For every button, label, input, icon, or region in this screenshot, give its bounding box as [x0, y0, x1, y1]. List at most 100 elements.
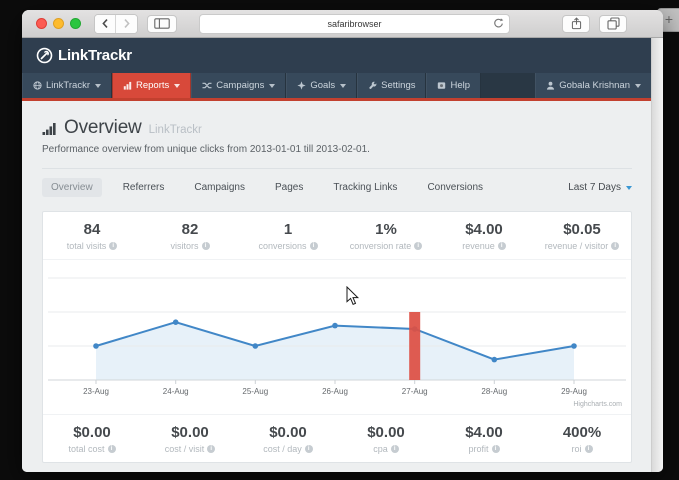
stats-row-top: 84 total visitsi 82 visitorsi 1 conversi…: [43, 212, 631, 260]
info-icon[interactable]: i: [611, 242, 619, 250]
address-bar[interactable]: safaribrowser: [199, 14, 510, 34]
svg-text:26-Aug: 26-Aug: [322, 387, 348, 396]
stat-value: $0.00: [239, 424, 337, 441]
chevron-right-icon: [122, 18, 131, 29]
stat-value: 82: [141, 221, 239, 238]
stat-label-text: roi: [571, 444, 581, 454]
stat-label: total costi: [43, 444, 141, 454]
stat-label: revenuei: [435, 241, 533, 251]
stat-roi: 400% roii: [533, 415, 631, 462]
info-icon[interactable]: i: [305, 445, 313, 453]
nav-label: Settings: [381, 80, 415, 91]
svg-text:23-Aug: 23-Aug: [83, 387, 109, 396]
history-buttons: [94, 14, 138, 34]
share-button[interactable]: [562, 15, 590, 33]
info-icon[interactable]: i: [498, 242, 506, 250]
tab-overview-icon: [607, 17, 620, 30]
back-button[interactable]: [95, 15, 116, 33]
stat-label: roii: [533, 444, 631, 454]
caret-down-icon: [269, 84, 275, 88]
refresh-icon[interactable]: [493, 18, 504, 29]
overview-chart-icon: [42, 121, 57, 135]
nav-item-goals[interactable]: Goals: [286, 73, 357, 98]
info-icon[interactable]: i: [109, 242, 117, 250]
nav-label: Goals: [310, 80, 335, 91]
stat-value: $0.00: [141, 424, 239, 441]
nav-item-linktrackr[interactable]: LinkTrackr: [22, 73, 112, 98]
tab-overview[interactable]: Overview: [42, 178, 102, 197]
nav-label: LinkTrackr: [46, 80, 90, 91]
show-tabs-button[interactable]: [599, 15, 627, 33]
nav-item-settings[interactable]: Settings: [357, 73, 426, 98]
svg-text:29-Aug: 29-Aug: [561, 387, 587, 396]
stat-profit: $4.00 profiti: [435, 415, 533, 462]
nav-item-help[interactable]: Help: [426, 73, 481, 98]
chevron-left-icon: [101, 18, 110, 29]
stats-row-bottom: $0.00 total costi $0.00 cost / visiti $0…: [43, 414, 631, 462]
nav-item-reports[interactable]: Reports: [112, 73, 191, 98]
share-icon: [570, 17, 583, 30]
page-title: Overview: [64, 117, 142, 139]
page-subtitle: Performance overview from unique clicks …: [42, 144, 632, 155]
tab-tracking-links[interactable]: Tracking Links: [324, 178, 406, 197]
info-icon[interactable]: i: [202, 242, 210, 250]
globe-icon: [33, 81, 42, 90]
stat-cpa: $0.00 cpai: [337, 415, 435, 462]
tab-pages[interactable]: Pages: [266, 178, 312, 197]
help-icon: [437, 81, 446, 90]
date-range-selector[interactable]: Last 7 Days: [568, 182, 632, 193]
info-icon[interactable]: i: [492, 445, 500, 453]
info-icon[interactable]: i: [414, 242, 422, 250]
info-icon[interactable]: i: [108, 445, 116, 453]
info-icon[interactable]: i: [391, 445, 399, 453]
tab-referrers[interactable]: Referrers: [114, 178, 174, 197]
stat-label: cost / visiti: [141, 444, 239, 454]
page-heading: Overview LinkTrackr Performance overview…: [22, 101, 652, 169]
stat-label: cost / dayi: [239, 444, 337, 454]
stat-value: 1%: [337, 221, 435, 238]
stat-label: visitorsi: [141, 241, 239, 251]
app-logo[interactable]: LinkTrackr: [36, 47, 132, 64]
nav-item-campaigns[interactable]: Campaigns: [191, 73, 286, 98]
user-menu[interactable]: Gobala Krishnan: [535, 73, 652, 98]
caret-down-icon: [635, 84, 641, 88]
svg-text:24-Aug: 24-Aug: [163, 387, 189, 396]
svg-text:Highcharts.com: Highcharts.com: [573, 401, 622, 408]
stat-label: total visitsi: [43, 241, 141, 251]
overview-card: 84 total visitsi 82 visitorsi 1 conversi…: [42, 211, 632, 463]
minimize-window-button[interactable]: [53, 18, 64, 29]
stat-label-text: total visits: [67, 241, 107, 251]
url-text: safaribrowser: [327, 19, 381, 29]
forward-button[interactable]: [116, 15, 137, 33]
stat-label: revenue / visitori: [533, 241, 631, 251]
traffic-chart[interactable]: 23-Aug24-Aug25-Aug26-Aug27-Aug28-Aug29-A…: [43, 260, 631, 414]
app-header: LinkTrackr: [22, 38, 652, 73]
tab-conversions[interactable]: Conversions: [418, 178, 492, 197]
bar-chart-icon: [123, 81, 132, 90]
stat-revenue: $4.00 revenuei: [435, 212, 533, 259]
browser-viewport: LinkTrackr LinkTrackr Reports: [22, 38, 663, 472]
stat-label-text: profit: [468, 444, 488, 454]
stat-label-text: cost / visit: [165, 444, 205, 454]
goal-star-icon: [297, 81, 306, 90]
page-title-suffix: LinkTrackr: [149, 124, 202, 136]
nav-label: Reports: [136, 80, 169, 91]
info-icon[interactable]: i: [585, 445, 593, 453]
stat-cost-visit: $0.00 cost / visiti: [141, 415, 239, 462]
main-nav: LinkTrackr Reports Campaigns: [22, 73, 652, 101]
stat-conversion-rate: 1% conversion ratei: [337, 212, 435, 259]
tab-campaigns[interactable]: Campaigns: [185, 178, 254, 197]
sidebar-toggle-button[interactable]: [147, 15, 177, 33]
info-icon[interactable]: i: [310, 242, 318, 250]
nav-spacer: [481, 73, 535, 98]
page-content: Overview LinkTrackr Performance overview…: [22, 101, 652, 472]
stat-label-text: cost / day: [263, 444, 302, 454]
stat-visitors: 82 visitorsi: [141, 212, 239, 259]
scrollbar-track[interactable]: [651, 38, 663, 472]
sidebar-icon: [154, 18, 170, 29]
window-controls: [36, 18, 81, 29]
close-window-button[interactable]: [36, 18, 47, 29]
fullscreen-window-button[interactable]: [70, 18, 81, 29]
info-icon[interactable]: i: [207, 445, 215, 453]
traffic-chart-canvas[interactable]: 23-Aug24-Aug25-Aug26-Aug27-Aug28-Aug29-A…: [44, 264, 630, 414]
